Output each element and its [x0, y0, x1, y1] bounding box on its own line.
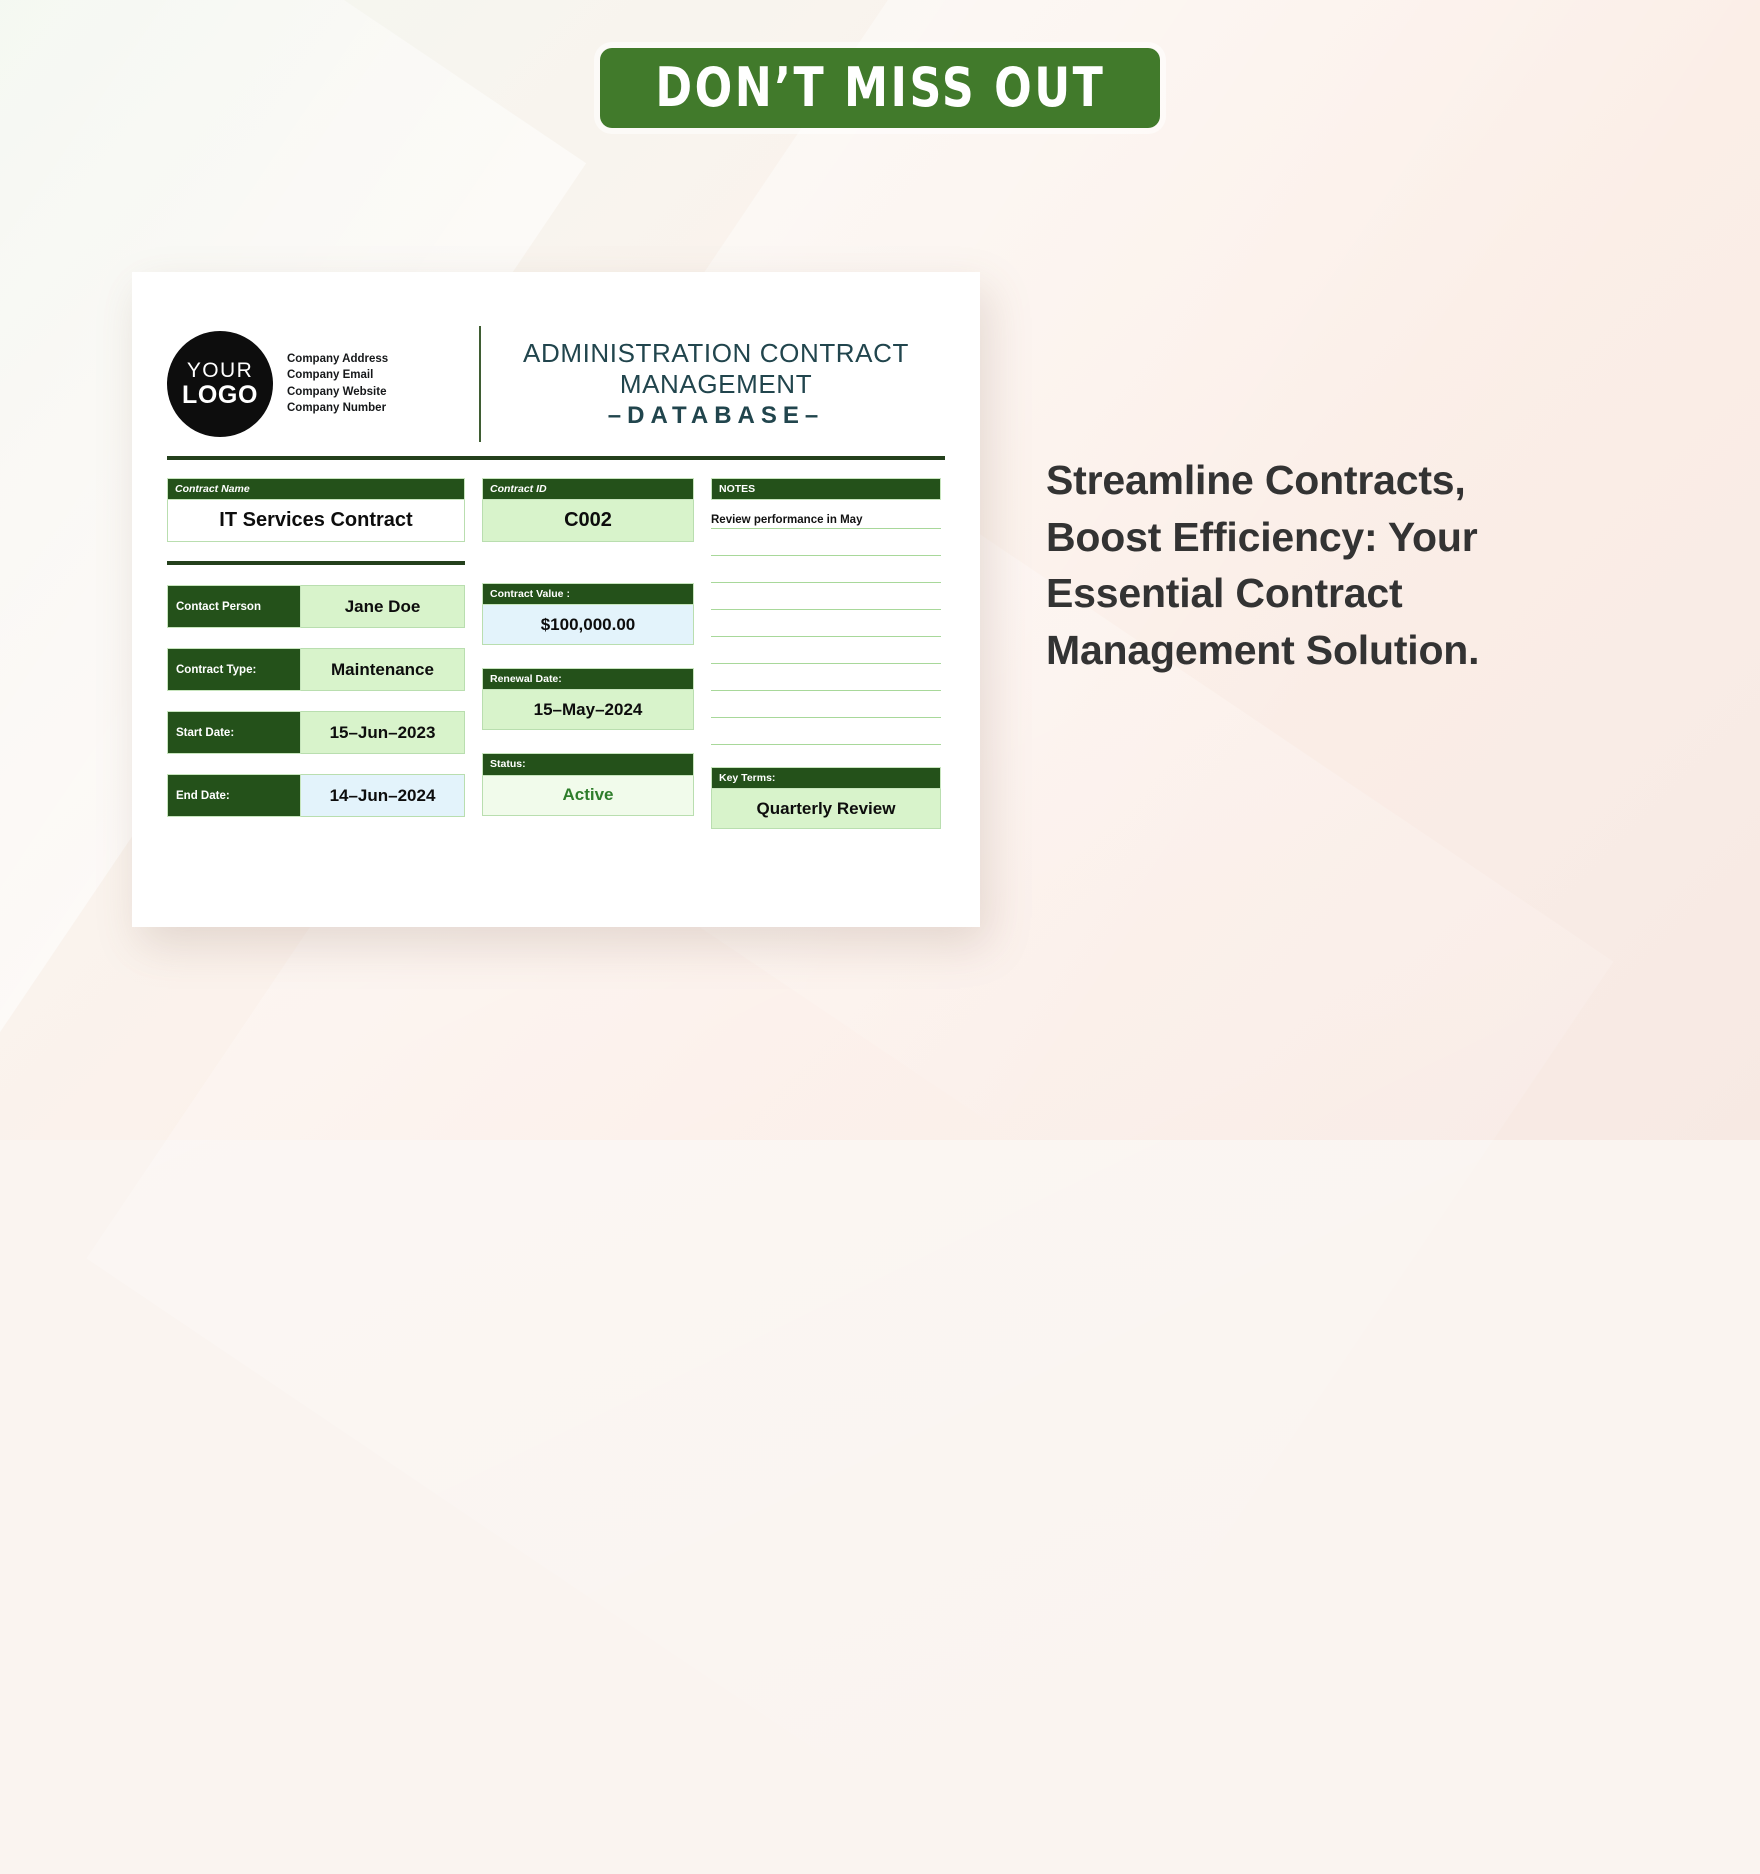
field-status-label: Status:: [482, 753, 694, 776]
company-address-line: Company Address: [287, 353, 389, 366]
field-contract-name-value[interactable]: IT Services Contract: [167, 500, 465, 543]
document-content: YOUR LOGO Company Address Company Email …: [167, 320, 945, 830]
marketing-line-4: Management Solution.: [1046, 626, 1480, 673]
field-end-date[interactable]: End Date: 14–Jun–2024: [167, 774, 465, 818]
marketing-line-1: Streamline Contracts,: [1046, 457, 1466, 503]
company-email-line: Company Email: [287, 369, 374, 382]
field-key-terms[interactable]: Key Terms: Quarterly Review: [711, 767, 941, 830]
document-title-line-2: MANAGEMENT: [619, 368, 813, 399]
field-key-terms-label: Key Terms:: [711, 767, 941, 790]
field-contract-type[interactable]: Contract Type: Maintenance: [167, 648, 465, 692]
field-contract-id[interactable]: Contract ID C002: [482, 478, 694, 543]
note-line[interactable]: [711, 556, 941, 584]
left-section-divider: [167, 561, 465, 566]
note-line[interactable]: [711, 529, 941, 557]
field-contact-person-value[interactable]: Jane Doe: [301, 585, 465, 629]
fields-grid: Contract Name IT Services Contract Conta…: [167, 478, 945, 830]
field-renewal-date-label: Renewal Date:: [482, 668, 694, 691]
logo-line-your: YOUR: [186, 358, 254, 382]
company-number-line: Company Number: [287, 401, 387, 414]
document-title-line-1: ADMINISTRATION CONTRACT: [523, 338, 909, 369]
field-renewal-date-value[interactable]: 15–May–2024: [482, 690, 694, 731]
document-header: YOUR LOGO Company Address Company Email …: [167, 320, 945, 448]
field-contract-value-label: Contract Value :: [482, 583, 694, 606]
field-contract-type-value[interactable]: Maintenance: [301, 648, 465, 692]
status-badge[interactable]: Active: [482, 775, 694, 816]
field-end-date-value[interactable]: 14–Jun–2024: [301, 774, 465, 818]
note-line[interactable]: [711, 664, 941, 692]
note-line[interactable]: [711, 583, 941, 611]
fields-column-middle: Contract ID C002 Contract Value : $100,0…: [482, 478, 694, 829]
fields-column-left: Contract Name IT Services Contract Conta…: [167, 478, 465, 829]
dont-miss-out-banner: DON’T MISS OUT: [600, 48, 1160, 128]
notes-block[interactable]: NOTES Review performance in May: [711, 478, 941, 746]
document-subtitle: –DATABASE–: [607, 401, 825, 429]
document-title-block: ADMINISTRATION CONTRACT MANAGEMENT –DATA…: [481, 338, 945, 429]
marketing-line-3: Essential Contract: [1046, 570, 1403, 617]
contract-document-card: YOUR LOGO Company Address Company Email …: [132, 272, 980, 927]
note-line[interactable]: [711, 637, 941, 665]
field-key-terms-value[interactable]: Quarterly Review: [711, 789, 941, 830]
fields-column-right: NOTES Review performance in May Key Term…: [711, 478, 941, 830]
header-horizontal-divider: [167, 456, 945, 460]
company-contact-block: Company Address Company Email Company We…: [287, 352, 388, 416]
note-line[interactable]: [711, 610, 941, 638]
field-contract-id-value[interactable]: C002: [482, 500, 694, 543]
field-end-date-label: End Date:: [167, 774, 301, 818]
field-start-date-label: Start Date:: [167, 711, 301, 755]
notes-lines[interactable]: Review performance in May: [711, 502, 941, 746]
logo-block: YOUR LOGO Company Address Company Email …: [167, 331, 479, 437]
note-line[interactable]: [711, 718, 941, 746]
field-renewal-date[interactable]: Renewal Date: 15–May–2024: [482, 668, 694, 731]
marketing-headline: Streamline Contracts, Boost Efficiency: …: [1046, 452, 1606, 678]
field-status[interactable]: Status: Active: [482, 753, 694, 816]
field-start-date[interactable]: Start Date: 15–Jun–2023: [167, 711, 465, 755]
logo-line-logo: LOGO: [181, 380, 258, 409]
field-contract-id-label: Contract ID: [482, 478, 694, 501]
company-logo-icon: YOUR LOGO: [167, 331, 273, 437]
field-start-date-value[interactable]: 15–Jun–2023: [301, 711, 465, 755]
notes-label: NOTES: [711, 478, 941, 501]
field-contract-value[interactable]: Contract Value : $100,000.00: [482, 583, 694, 646]
field-contract-name-label: Contract Name: [167, 478, 465, 501]
field-contract-name[interactable]: Contract Name IT Services Contract: [167, 478, 465, 543]
banner-label: DON’T MISS OUT: [655, 56, 1105, 119]
field-contract-value-value[interactable]: $100,000.00: [482, 605, 694, 646]
marketing-line-2: Boost Efficiency: Your: [1046, 513, 1478, 560]
field-contract-type-label: Contract Type:: [167, 648, 301, 692]
field-contact-person-label: Contact Person: [167, 585, 301, 629]
company-website-line: Company Website: [287, 385, 387, 398]
note-line[interactable]: Review performance in May: [711, 502, 941, 530]
note-line[interactable]: [711, 691, 941, 719]
field-contact-person[interactable]: Contact Person Jane Doe: [167, 585, 465, 629]
